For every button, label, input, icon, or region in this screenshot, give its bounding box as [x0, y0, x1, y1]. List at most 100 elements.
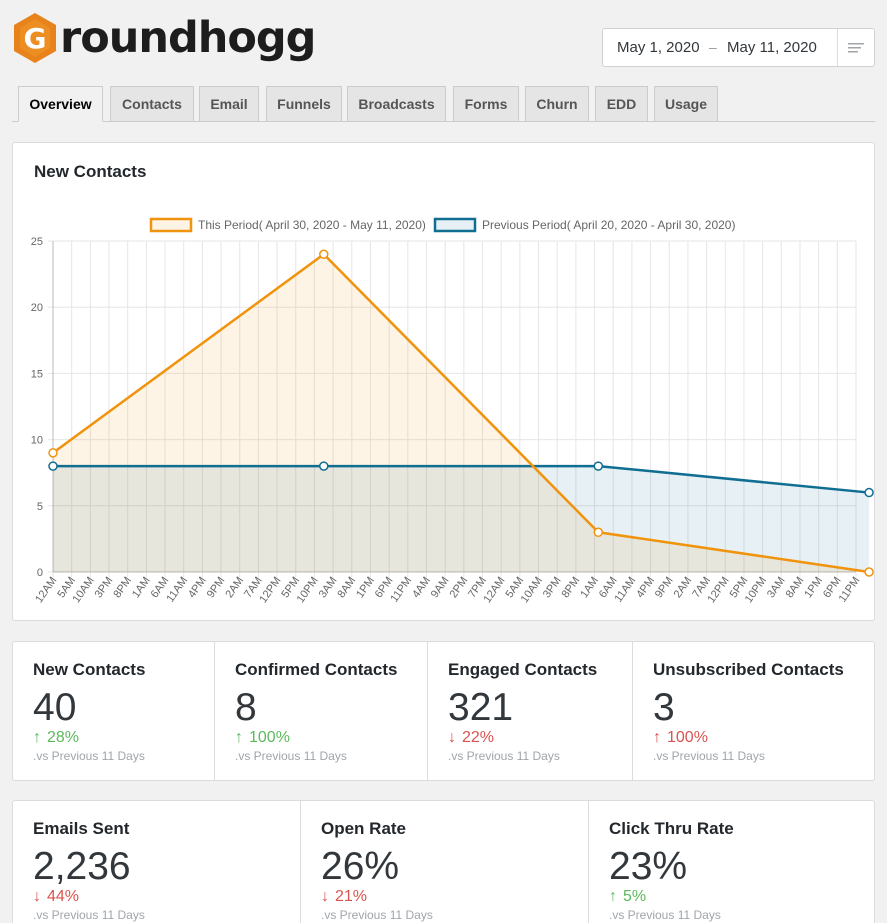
date-range-end[interactable]: May 11, 2020	[727, 39, 817, 56]
x-tick-label: 12AM	[33, 575, 59, 605]
stat-change: ↑ 100%	[653, 729, 708, 747]
x-tick-label: 3PM	[541, 575, 564, 600]
stat-value: 321	[448, 686, 514, 729]
data-point	[48, 448, 58, 458]
stat-note: .vs Previous 11 Days	[609, 908, 721, 922]
stat-change: ↑ 5%	[609, 888, 646, 906]
stat-emails-sent: Emails Sent 2,236 ↓ 44% .vs Previous 11 D…	[13, 801, 300, 923]
x-tick-label: 11PM	[388, 575, 414, 605]
x-tick-label: 2AM	[223, 575, 246, 600]
y-tick-label: 0	[37, 567, 43, 579]
stat-title: Confirmed Contacts	[235, 660, 398, 679]
x-tick-label: 3AM	[765, 575, 788, 600]
x-tick-label: 1AM	[130, 575, 153, 600]
x-tick-label: 4PM	[634, 575, 657, 600]
x-tick-label: 8AM	[784, 575, 807, 600]
stat-note: .vs Previous 11 Days	[33, 749, 145, 763]
data-point	[864, 567, 874, 577]
stat-note: .vs Previous 11 Days	[448, 749, 560, 763]
arrow-down-icon: ↓	[33, 888, 41, 905]
tab-bar: Overview Contacts Email Funnels Broadcas…	[12, 86, 875, 122]
x-tick-label: 11AM	[164, 575, 190, 605]
arrow-down-icon: ↓	[448, 729, 456, 746]
email-stats-row: Emails Sent 2,236 ↓ 44% .vs Previous 11 D…	[12, 800, 875, 923]
new-contacts-chart[interactable]: 051015202512AM5AM10AM3PM8PM1AM6AM11AM4PM…	[13, 143, 874, 620]
stat-title: Open Rate	[321, 819, 407, 838]
stat-note: .vs Previous 11 Days	[321, 908, 433, 922]
stat-title: New Contacts	[33, 660, 146, 679]
stat-engaged-contacts: Engaged Contacts 321 ↓ 22% .vs Previous 1…	[427, 642, 632, 780]
stat-change-value: 100%	[667, 729, 708, 746]
stat-note: .vs Previous 11 Days	[653, 749, 765, 763]
x-tick-label: 2AM	[672, 575, 695, 600]
data-point	[593, 527, 604, 538]
new-contacts-chart-card: New Contacts 0 5 10 15 20 25 12AM 5AM 10AM 3PM 8PM…	[12, 142, 875, 621]
tab-broadcasts[interactable]: Broadcasts	[347, 86, 446, 121]
legend-swatch	[433, 217, 477, 233]
stat-new-contacts: New Contacts 40 ↑ 28% .vs Previous 11 Day…	[13, 642, 214, 780]
x-tick-label: 2PM	[447, 575, 470, 600]
x-tick-label: 3AM	[317, 575, 340, 600]
x-tick-label: 3PM	[93, 575, 116, 600]
stat-change-value: 5%	[623, 888, 647, 905]
x-tick-label: 11PM	[837, 575, 863, 605]
logo-letter: G	[24, 22, 47, 55]
tab-funnels[interactable]: Funnels	[266, 86, 342, 121]
x-tick-label: 11AM	[613, 575, 639, 605]
date-range-picker[interactable]: May 1, 2020 – May 11, 2020	[602, 28, 875, 67]
logo-hexagon-icon: G	[14, 13, 56, 63]
y-tick-label: 20	[31, 302, 43, 314]
legend-swatch	[149, 217, 193, 233]
stat-title: Engaged Contacts	[448, 660, 598, 679]
stat-value: 26%	[321, 845, 400, 888]
date-range-start[interactable]: May 1, 2020	[617, 39, 700, 56]
stat-note: .vs Previous 11 Days	[235, 749, 347, 763]
arrow-up-icon: ↑	[653, 729, 661, 746]
data-point	[48, 461, 58, 471]
stat-open-rate: Open Rate 26% ↓ 21% .vs Previous 11 Days	[300, 801, 588, 923]
tab-churn[interactable]: Churn	[525, 86, 589, 121]
legend-label: This Period( April 30, 2020 - May 11, 20…	[198, 218, 426, 232]
x-tick-label: 9PM	[205, 575, 228, 600]
contacts-stats-row: New Contacts 40 ↑ 28% .vs Previous 11 Day…	[12, 641, 875, 781]
x-tick-label: 8AM	[335, 575, 358, 600]
stat-click-thru-rate: Click Thru Rate 23% ↑ 5% .vs Previous 11 …	[588, 801, 874, 923]
logo-text: roundhogg	[60, 12, 316, 63]
y-tick-label: 15	[31, 368, 43, 380]
groundhogg-logo[interactable]: G roundhogg	[12, 10, 316, 66]
stat-title: Click Thru Rate	[609, 819, 734, 838]
x-tick-label: 9AM	[429, 575, 452, 600]
x-tick-label: 1AM	[578, 575, 601, 600]
tab-overview[interactable]: Overview	[18, 86, 103, 122]
y-tick-label: 10	[31, 435, 43, 447]
stat-change: ↓ 44%	[33, 888, 79, 906]
x-tick-label: 9PM	[653, 575, 676, 600]
menu-lines-icon[interactable]	[837, 29, 874, 66]
stat-value: 8	[235, 686, 257, 729]
data-point	[319, 461, 329, 471]
date-range-separator: –	[709, 39, 717, 55]
data-point	[319, 249, 329, 259]
stat-unsubscribed-contacts: Unsubscribed Contacts 3 ↑ 100% .vs Previo…	[632, 642, 874, 780]
stat-confirmed-contacts: Confirmed Contacts 8 ↑ 100% .vs Previous …	[214, 642, 427, 780]
stat-note: .vs Previous 11 Days	[33, 908, 145, 922]
tab-forms[interactable]: Forms	[453, 86, 519, 121]
stat-change-value: 28%	[47, 729, 80, 746]
stat-change-value: 22%	[462, 729, 495, 746]
stat-value: 23%	[609, 845, 688, 888]
x-tick-label: 1PM	[354, 575, 377, 600]
tab-contacts[interactable]: Contacts	[110, 86, 194, 121]
stat-change: ↓ 21%	[321, 888, 367, 906]
stat-title: Unsubscribed Contacts	[653, 660, 844, 679]
stat-change: ↑ 28%	[33, 729, 79, 747]
y-tick-label: 25	[31, 236, 43, 248]
tab-email[interactable]: Email	[199, 86, 259, 121]
arrow-up-icon: ↑	[235, 729, 243, 746]
stat-change: ↑ 100%	[235, 729, 290, 747]
legend-label: Previous Period( April 20, 2020 - April …	[482, 218, 735, 232]
arrow-up-icon: ↑	[33, 729, 41, 746]
tab-usage[interactable]: Usage	[654, 86, 718, 121]
tab-edd[interactable]: EDD	[595, 86, 648, 121]
stat-change-value: 44%	[47, 888, 80, 905]
stat-change: ↓ 22%	[448, 729, 494, 747]
